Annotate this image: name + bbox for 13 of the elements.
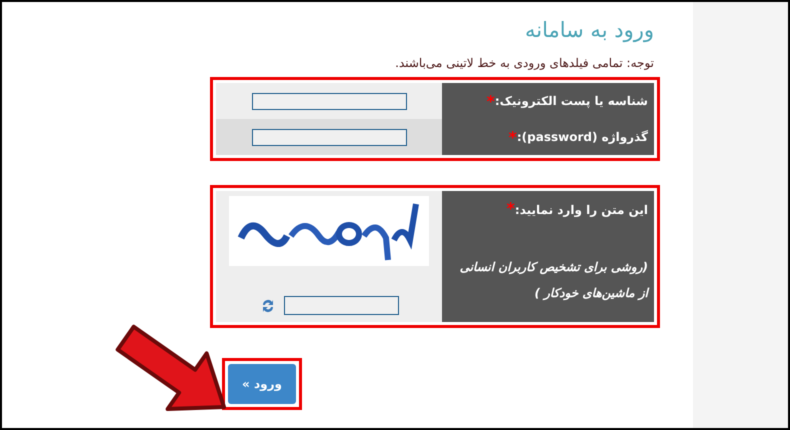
input-field[interactable] bbox=[252, 128, 406, 146]
input-field[interactable] bbox=[252, 92, 406, 110]
notice-text: توجه: تمامی فیلدهای ورودی به خط لاتینی می‌باشند. bbox=[394, 56, 654, 70]
required-mark: * bbox=[486, 92, 495, 110]
field-label: این متن را وارد نمایید: bbox=[514, 203, 648, 217]
captcha-input[interactable] bbox=[284, 296, 398, 315]
captcha-hint: (روشی برای تشخیص کاربران انسانی از ماشین‌های خودکار ) bbox=[458, 259, 648, 302]
required-mark: * bbox=[508, 128, 517, 146]
required-mark: * bbox=[506, 199, 515, 218]
field-label: گذرواژه (password): bbox=[516, 130, 648, 144]
page-title: ورود به سامانه bbox=[524, 18, 654, 42]
login-button[interactable]: ورود » bbox=[228, 364, 296, 404]
field-label: شناسه یا پست الکترونیک: bbox=[494, 94, 648, 108]
